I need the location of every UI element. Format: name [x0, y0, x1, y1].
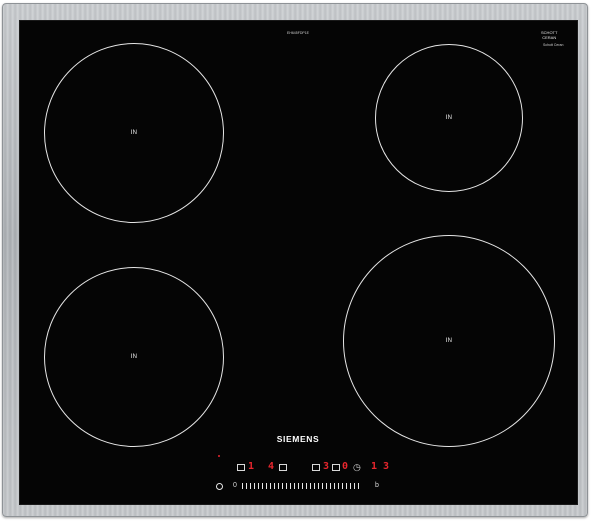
slider-tick[interactable] [298, 483, 299, 489]
indicator-dot [218, 455, 220, 457]
power-button-icon[interactable] [216, 483, 223, 490]
slider-tick[interactable] [254, 483, 255, 489]
slider-tick[interactable] [286, 483, 287, 489]
slider-tick[interactable] [338, 483, 339, 489]
slider-tick[interactable] [334, 483, 335, 489]
slider-tick[interactable] [322, 483, 323, 489]
slider-tick[interactable] [258, 483, 259, 489]
display-digit-left: 1 [248, 461, 255, 472]
slider-tick[interactable] [342, 483, 343, 489]
slider-tick[interactable] [310, 483, 311, 489]
zone-label-front-right: IN [445, 338, 453, 344]
brand-logo: SIEMENS [276, 434, 320, 444]
slider-tick[interactable] [350, 483, 351, 489]
schott-ceran-small-text: Schott Ceran [543, 43, 564, 47]
slider-tick[interactable] [246, 483, 247, 489]
display-digit-mid2: 0 [342, 461, 349, 472]
slider-max-label: b [375, 482, 379, 489]
hob-frame: EH645FDP1E SCHOTT CERAN Schott Ceran IN … [2, 3, 588, 517]
slider-tick[interactable] [314, 483, 315, 489]
slider-tick[interactable] [282, 483, 283, 489]
zone-select-button-left[interactable] [237, 464, 245, 471]
timer-icon[interactable]: ◷ [353, 462, 361, 473]
model-number: EH645FDP1E [287, 31, 309, 35]
slider-tick[interactable] [274, 483, 275, 489]
slider-tick[interactable] [278, 483, 279, 489]
display-digit-level: 4 [268, 461, 275, 472]
slider-tick[interactable] [318, 483, 319, 489]
slider-min-label: 0 [233, 482, 237, 489]
slider-tick[interactable] [290, 483, 291, 489]
zone-select-button-right-2[interactable] [332, 464, 340, 471]
slider-tick[interactable] [250, 483, 251, 489]
power-level-slider[interactable] [242, 483, 359, 489]
slider-tick[interactable] [326, 483, 327, 489]
ceramic-glass-surface: EH645FDP1E SCHOTT CERAN Schott Ceran IN … [19, 20, 578, 505]
slider-tick[interactable] [294, 483, 295, 489]
slider-tick[interactable] [266, 483, 267, 489]
slider-tick[interactable] [346, 483, 347, 489]
zone-select-button-left-2[interactable] [279, 464, 287, 471]
slider-tick[interactable] [262, 483, 263, 489]
zone-label-front-left: IN [130, 354, 138, 360]
slider-tick[interactable] [270, 483, 271, 489]
schott-ceran-logo: SCHOTT CERAN [541, 30, 557, 40]
schott-logo-line2: CERAN [542, 34, 557, 40]
zone-label-rear-right: IN [445, 115, 453, 121]
slider-tick[interactable] [242, 483, 243, 489]
slider-tick[interactable] [330, 483, 331, 489]
zone-select-button-right[interactable] [312, 464, 320, 471]
slider-tick[interactable] [302, 483, 303, 489]
timer-display: 1 3 [371, 461, 390, 472]
slider-tick[interactable] [358, 483, 359, 489]
slider-tick[interactable] [306, 483, 307, 489]
slider-tick[interactable] [354, 483, 355, 489]
display-digit-mid: 3 [323, 461, 330, 472]
zone-label-rear-left: IN [130, 130, 138, 136]
